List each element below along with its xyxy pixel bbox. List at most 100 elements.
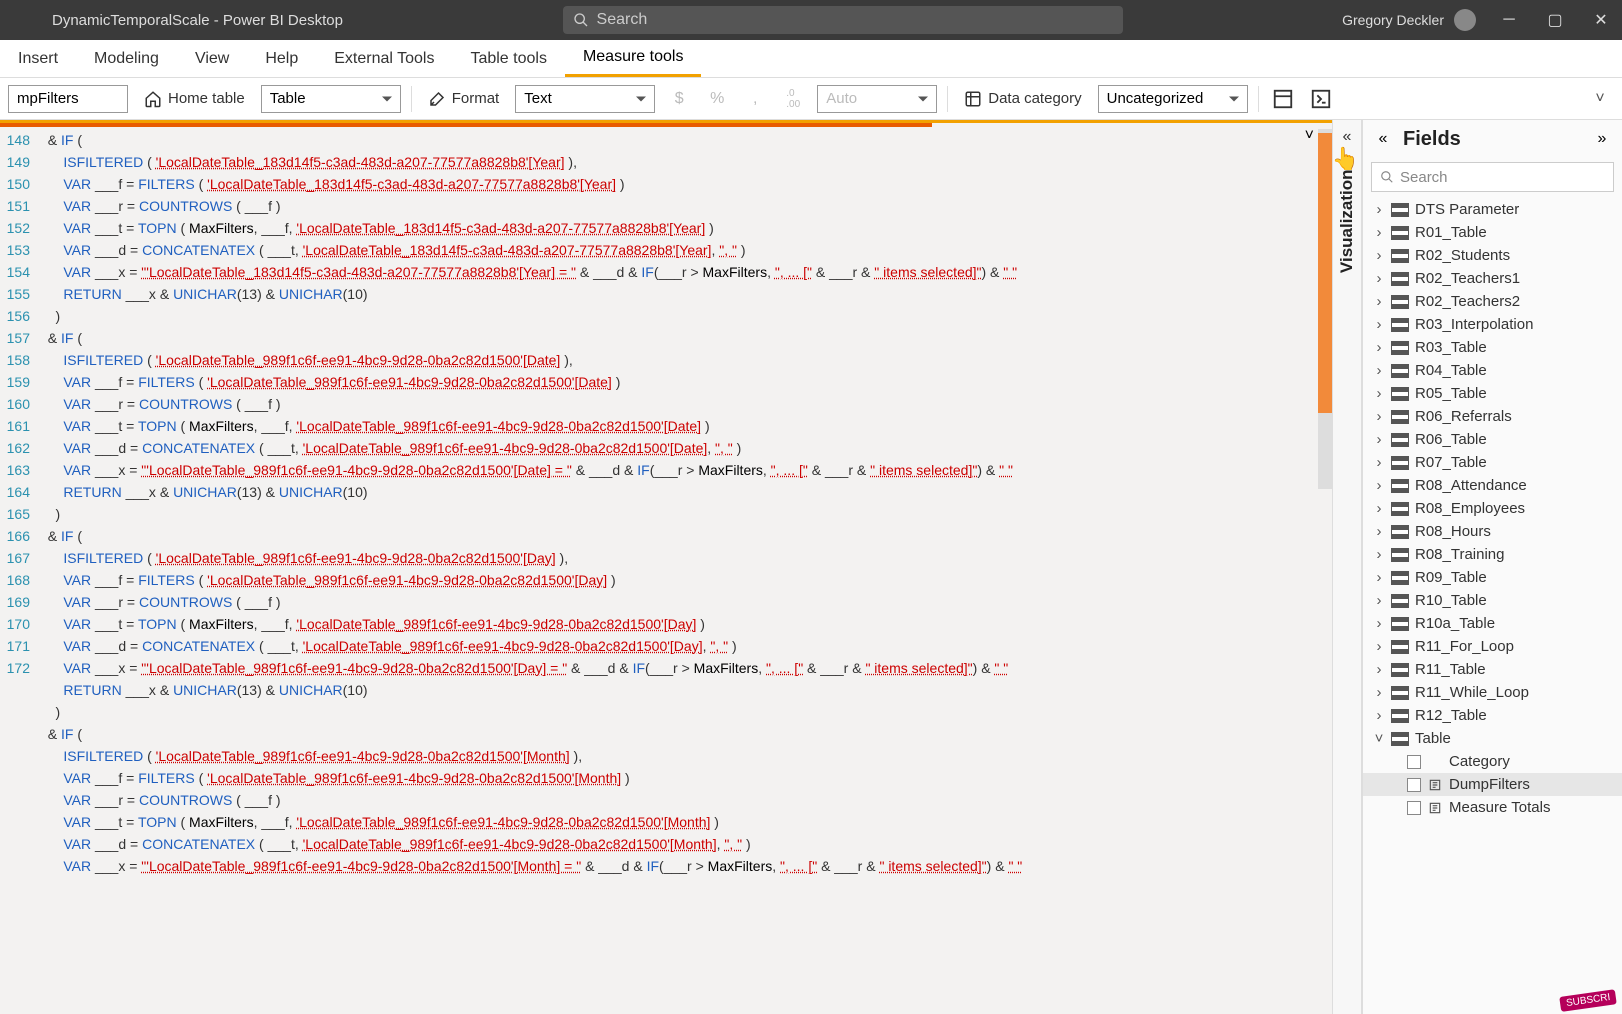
table-r11_table[interactable]: › R11_Table xyxy=(1363,658,1622,681)
field-checkbox[interactable] xyxy=(1407,801,1421,815)
code-line[interactable]: VAR ___r = COUNTROWS ( ___f ) xyxy=(40,789,1302,811)
new-measure-button[interactable] xyxy=(1269,85,1297,113)
table-r03_interpolation[interactable]: › R03_Interpolation xyxy=(1363,313,1622,336)
scrollbar-thumb[interactable] xyxy=(1318,133,1332,413)
table-r06_table[interactable]: › R06_Table xyxy=(1363,428,1622,451)
ribbon-tab-view[interactable]: View xyxy=(177,40,247,77)
code-line[interactable]: VAR ___x = "'LocalDateTable_989f1c6f-ee9… xyxy=(40,459,1302,481)
code-line[interactable]: & IF ( xyxy=(40,525,1302,547)
table-r10_table[interactable]: › R10_Table xyxy=(1363,589,1622,612)
user-area[interactable]: Gregory Deckler xyxy=(1342,9,1476,31)
table-r12_table[interactable]: › R12_Table xyxy=(1363,704,1622,727)
code-line[interactable]: VAR ___d = CONCATENATEX ( ___t, 'LocalDa… xyxy=(40,833,1302,855)
code-line[interactable]: VAR ___x = "'LocalDateTable_183d14f5-c3a… xyxy=(40,261,1302,283)
home-table-button[interactable]: Home table xyxy=(138,84,251,114)
table-dts parameter[interactable]: › DTS Parameter xyxy=(1363,198,1622,221)
code-line[interactable]: VAR ___r = COUNTROWS ( ___f ) xyxy=(40,393,1302,415)
code-line[interactable]: ISFILTERED ( 'LocalDateTable_989f1c6f-ee… xyxy=(40,745,1302,767)
global-search[interactable]: Search xyxy=(563,6,1123,34)
code-line[interactable]: VAR ___r = COUNTROWS ( ___f ) xyxy=(40,195,1302,217)
code-line[interactable]: VAR ___d = CONCATENATEX ( ___t, 'LocalDa… xyxy=(40,239,1302,261)
code-line[interactable]: VAR ___d = CONCATENATEX ( ___t, 'LocalDa… xyxy=(40,635,1302,657)
data-category-button[interactable]: Data category xyxy=(958,84,1087,114)
data-category-dropdown[interactable]: Uncategorized xyxy=(1098,85,1248,113)
code-line[interactable]: & IF ( xyxy=(40,129,1302,151)
code-line[interactable]: VAR ___f = FILTERS ( 'LocalDateTable_989… xyxy=(40,767,1302,789)
quick-measure-button[interactable] xyxy=(1307,85,1335,113)
dax-code[interactable]: & IF ( ISFILTERED ( 'LocalDateTable_183d… xyxy=(40,129,1302,877)
table-table[interactable]: ˅ Table xyxy=(1363,727,1622,750)
table-r08_training[interactable]: › R08_Training xyxy=(1363,543,1622,566)
table-r05_table[interactable]: › R05_Table xyxy=(1363,382,1622,405)
field-checkbox[interactable] xyxy=(1407,778,1421,792)
minimize-button[interactable]: ─ xyxy=(1500,11,1518,29)
table-r02_teachers2[interactable]: › R02_Teachers2 xyxy=(1363,290,1622,313)
table-r03_table[interactable]: › R03_Table xyxy=(1363,336,1622,359)
ribbon-tab-modeling[interactable]: Modeling xyxy=(76,40,177,77)
close-button[interactable]: ✕ xyxy=(1592,11,1610,29)
table-r08_attendance[interactable]: › R08_Attendance xyxy=(1363,474,1622,497)
table-r01_table[interactable]: › R01_Table xyxy=(1363,221,1622,244)
home-table-dropdown[interactable]: Table xyxy=(261,85,401,113)
table-r04_table[interactable]: › R04_Table xyxy=(1363,359,1622,382)
code-line[interactable]: ISFILTERED ( 'LocalDateTable_989f1c6f-ee… xyxy=(40,349,1302,371)
code-line[interactable]: VAR ___f = FILTERS ( 'LocalDateTable_183… xyxy=(40,173,1302,195)
code-line[interactable]: ) xyxy=(40,701,1302,723)
expand-fields-icon[interactable]: » xyxy=(1592,129,1612,149)
table-r02_teachers1[interactable]: › R02_Teachers1 xyxy=(1363,267,1622,290)
table-r08_employees[interactable]: › R08_Employees xyxy=(1363,497,1622,520)
code-line[interactable]: ) xyxy=(40,305,1302,327)
code-line[interactable]: VAR ___t = TOPN ( MaxFilters, ___f, 'Loc… xyxy=(40,415,1302,437)
code-line[interactable]: RETURN ___x & UNICHAR(13) & UNICHAR(10) xyxy=(40,679,1302,701)
ribbon-tab-insert[interactable]: Insert xyxy=(0,40,76,77)
field-category[interactable]: Category xyxy=(1363,750,1622,773)
decimal-button[interactable]: .0.00 xyxy=(779,85,807,113)
field-checkbox[interactable] xyxy=(1407,755,1421,769)
code-line[interactable]: VAR ___t = TOPN ( MaxFilters, ___f, 'Loc… xyxy=(40,613,1302,635)
code-line[interactable]: VAR ___f = FILTERS ( 'LocalDateTable_989… xyxy=(40,371,1302,393)
code-line[interactable]: & IF ( xyxy=(40,723,1302,745)
code-line[interactable]: VAR ___d = CONCATENATEX ( ___t, 'LocalDa… xyxy=(40,437,1302,459)
table-r11_while_loop[interactable]: › R11_While_Loop xyxy=(1363,681,1622,704)
table-r06_referrals[interactable]: › R06_Referrals xyxy=(1363,405,1622,428)
code-line[interactable]: VAR ___r = COUNTROWS ( ___f ) xyxy=(40,591,1302,613)
decimal-places-input[interactable]: Auto xyxy=(817,85,937,113)
fields-search[interactable]: Search xyxy=(1371,162,1614,192)
percent-button[interactable]: % xyxy=(703,85,731,113)
table-r07_table[interactable]: › R07_Table xyxy=(1363,451,1622,474)
table-r08_hours[interactable]: › R08_Hours xyxy=(1363,520,1622,543)
field-measure totals[interactable]: Measure Totals xyxy=(1363,796,1622,819)
expand-visualizations-icon[interactable]: « xyxy=(1336,126,1358,148)
code-line[interactable]: ISFILTERED ( 'LocalDateTable_989f1c6f-ee… xyxy=(40,547,1302,569)
code-line[interactable]: VAR ___t = TOPN ( MaxFilters, ___f, 'Loc… xyxy=(40,811,1302,833)
collapse-formula-button[interactable]: ˅ xyxy=(1305,127,1314,145)
code-line[interactable]: & IF ( xyxy=(40,327,1302,349)
format-dropdown[interactable]: Text xyxy=(515,85,655,113)
table-r09_table[interactable]: › R09_Table xyxy=(1363,566,1622,589)
format-button[interactable]: Format xyxy=(422,84,506,114)
ribbon-tab-measure-tools[interactable]: Measure tools xyxy=(565,40,702,77)
collapse-fields-icon[interactable]: « xyxy=(1373,129,1393,149)
code-line[interactable]: VAR ___x = "'LocalDateTable_989f1c6f-ee9… xyxy=(40,855,1302,877)
ribbon-tab-help[interactable]: Help xyxy=(247,40,316,77)
ribbon-tab-table-tools[interactable]: Table tools xyxy=(452,40,565,77)
maximize-button[interactable]: ▢ xyxy=(1546,11,1564,29)
code-line[interactable]: ) xyxy=(40,503,1302,525)
fields-tree[interactable]: › DTS Parameter› R01_Table› R02_Students… xyxy=(1363,198,1622,1014)
formula-bar-expanded[interactable]: 1481491501511521531541551561571581591601… xyxy=(0,120,1332,1014)
field-dumpfilters[interactable]: DumpFilters xyxy=(1363,773,1622,796)
code-line[interactable]: VAR ___t = TOPN ( MaxFilters, ___f, 'Loc… xyxy=(40,217,1302,239)
measure-name-input[interactable] xyxy=(8,85,128,113)
code-line[interactable]: VAR ___x = "'LocalDateTable_989f1c6f-ee9… xyxy=(40,657,1302,679)
currency-button[interactable]: $ xyxy=(665,85,693,113)
ribbon-tab-external-tools[interactable]: External Tools xyxy=(316,40,452,77)
code-line[interactable]: RETURN ___x & UNICHAR(13) & UNICHAR(10) xyxy=(40,283,1302,305)
table-r11_for_loop[interactable]: › R11_For_Loop xyxy=(1363,635,1622,658)
collapse-ribbon-button[interactable]: ˅ xyxy=(1586,85,1614,113)
thousands-button[interactable]: , xyxy=(741,85,769,113)
visualizations-pane-collapsed[interactable]: « Visualizations 👆 xyxy=(1332,120,1362,1014)
table-r10a_table[interactable]: › R10a_Table xyxy=(1363,612,1622,635)
table-r02_students[interactable]: › R02_Students xyxy=(1363,244,1622,267)
code-line[interactable]: RETURN ___x & UNICHAR(13) & UNICHAR(10) xyxy=(40,481,1302,503)
code-line[interactable]: ISFILTERED ( 'LocalDateTable_183d14f5-c3… xyxy=(40,151,1302,173)
